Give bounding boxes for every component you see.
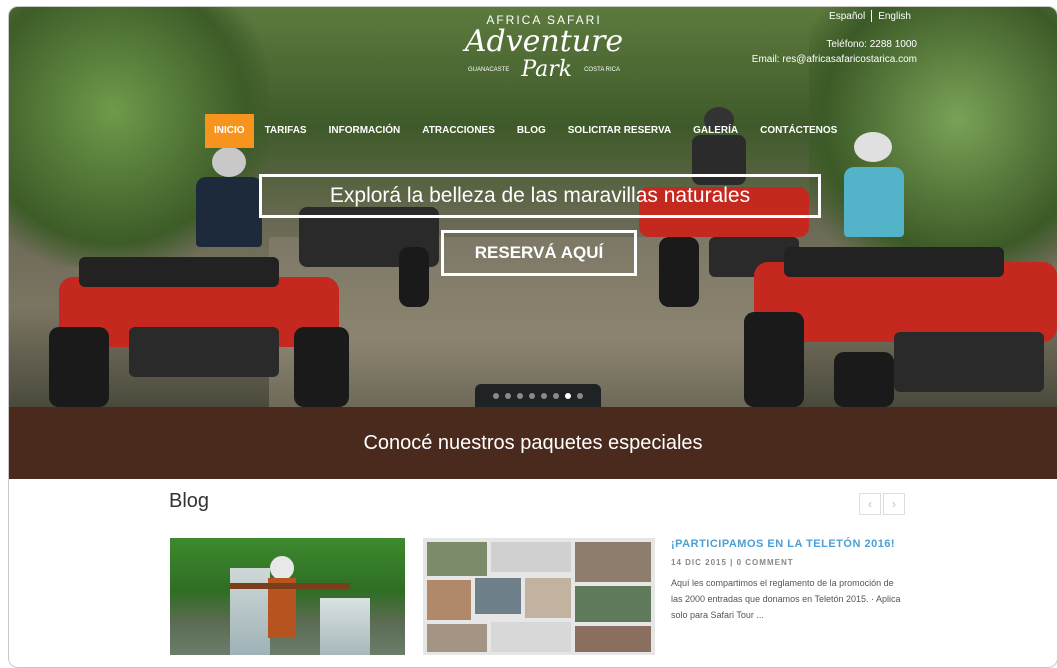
slider-dot[interactable] [517,392,523,399]
slider-dot[interactable] [553,392,559,399]
blog-thumbnail-waterfall[interactable] [170,538,405,655]
slider-dot[interactable] [541,392,547,399]
hero-slider: Español English Teléfono: 2288 1000 Email… [9,7,1057,407]
blog-carousel-arrows: ‹ › [859,493,905,515]
logo-line3: GUANACASTE Park COSTA RICA [464,57,624,82]
nav-item-inicio[interactable]: INICIO [205,114,254,148]
nav-item-contactenos[interactable]: CONTÁCTENOS [749,114,848,148]
next-arrow-icon[interactable]: › [883,493,905,515]
blog-post-meta: 14 DIC 2015 | 0 COMMENT [671,558,794,567]
rider-right [834,132,914,252]
blog-post-title[interactable]: ¡PARTICIPAMOS EN LA TELETÓN 2016! [671,538,906,550]
email-link[interactable]: Email: res@africasafaricostarica.com [752,52,917,67]
main-nav: INICIO TARIFAS INFORMACIÓN ATRACCIONES B… [205,114,848,148]
slider-dot[interactable] [505,392,511,399]
logo-location-right: COSTA RICA [584,66,620,73]
slider-dot[interactable] [493,392,499,399]
slider-pagination [475,384,601,407]
blog-post-excerpt: Aquí les compartimos el reglamento de la… [671,578,901,620]
nav-item-solicitar-reserva[interactable]: SOLICITAR RESERVA [557,114,682,148]
nav-item-informacion[interactable]: INFORMACIÓN [318,114,412,148]
blog-thumbnail-collage[interactable] [423,538,655,655]
nav-item-galeria[interactable]: GALERÍA [682,114,749,148]
logo-location-left: GUANACASTE [468,66,510,73]
blog-heading: Blog [169,490,210,512]
slider-dot[interactable] [529,392,535,399]
nav-item-atracciones[interactable]: ATRACCIONES [411,114,506,148]
special-packages-banner[interactable]: Conocé nuestros paquetes especiales [9,407,1057,479]
language-switcher: Español English [823,10,917,22]
atv-right [744,242,1057,407]
slider-dot[interactable] [577,392,583,399]
lang-spanish[interactable]: Español [823,11,871,22]
nav-item-tarifas[interactable]: TARIFAS [254,114,318,148]
reserve-button[interactable]: RESERVÁ AQUÍ [441,230,637,276]
site-logo[interactable]: AFRICA SAFARI Adventure GUANACASTE Park … [464,13,624,82]
phone-text: Teléfono: 2288 1000 [826,39,917,50]
logo-park: Park [521,57,573,82]
contact-info: Teléfono: 2288 1000 Email: res@africasaf… [752,37,917,67]
browser-frame: Español English Teléfono: 2288 1000 Email… [8,6,1057,668]
lang-english[interactable]: English [872,11,917,22]
hero-slogan: Explorá la belleza de las maravillas nat… [259,174,821,218]
prev-arrow-icon[interactable]: ‹ [859,493,881,515]
logo-line2: Adventure [464,24,624,59]
nav-item-blog[interactable]: BLOG [506,114,557,148]
blog-post: ¡PARTICIPAMOS EN LA TELETÓN 2016! 14 DIC… [671,538,906,623]
slider-dot-active[interactable] [565,392,571,399]
